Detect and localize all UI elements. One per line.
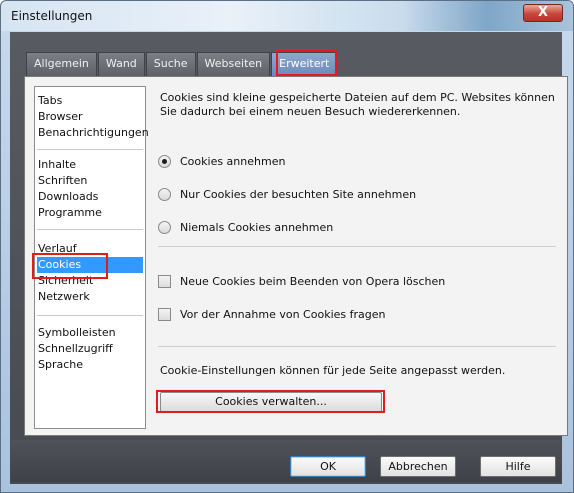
- sidebar-item-schriften[interactable]: Schriften: [37, 173, 143, 189]
- radio-button[interactable]: [158, 154, 171, 168]
- sidebar-item-downloads[interactable]: Downloads: [37, 189, 143, 205]
- sidebar-item-sprache[interactable]: Sprache: [37, 357, 143, 373]
- settings-panel: Tabs Browser Benachrichtigungen Inhalte …: [24, 76, 568, 436]
- radio-button[interactable]: [158, 220, 171, 234]
- category-list: Tabs Browser Benachrichtigungen Inhalte …: [34, 86, 149, 429]
- radio-visited-site-cookies[interactable]: Nur Cookies der besuchten Site annehmen: [158, 186, 416, 202]
- tab-webseiten[interactable]: Webseiten: [196, 52, 271, 76]
- section-divider: [158, 246, 556, 247]
- sidebar-item-tabs[interactable]: Tabs: [37, 93, 143, 109]
- title-bar: Einstellungen X: [1, 1, 573, 31]
- checkbox[interactable]: [158, 307, 171, 321]
- sidebar-item-sicherheit[interactable]: Sicherheit: [37, 273, 143, 289]
- sidebar-item-symbolleisten[interactable]: Symbolleisten: [37, 325, 143, 341]
- radio-accept-cookies[interactable]: Cookies annehmen: [158, 153, 285, 169]
- manage-cookies-button[interactable]: Cookies verwalten...: [160, 392, 382, 412]
- sidebar-item-verlauf[interactable]: Verlauf: [37, 241, 143, 257]
- sidebar-item-schnellzugriff[interactable]: Schnellzugriff: [37, 341, 143, 357]
- checkbox[interactable]: [158, 274, 171, 288]
- checkbox-ask-before-accept[interactable]: Vor der Annahme von Cookies fragen: [158, 306, 385, 322]
- sidebar-item-benachrichtigungen[interactable]: Benachrichtigungen: [37, 125, 149, 141]
- radio-never-cookies[interactable]: Niemals Cookies annehmen: [158, 219, 333, 235]
- sidebar-item-inhalte[interactable]: Inhalte: [37, 157, 143, 173]
- checkbox-delete-on-exit[interactable]: Neue Cookies beim Beenden von Opera lösc…: [158, 273, 445, 289]
- radio-label: Cookies annehmen: [180, 154, 286, 168]
- checkbox-label: Vor der Annahme von Cookies fragen: [180, 307, 386, 321]
- site-settings-info: Cookie-Einstellungen können für jede Sei…: [160, 364, 506, 377]
- section-divider: [158, 346, 556, 347]
- sidebar-item-programme[interactable]: Programme: [37, 205, 143, 221]
- tab-allgemein[interactable]: Allgemein: [26, 52, 97, 76]
- sidebar-item-browser[interactable]: Browser: [37, 109, 143, 125]
- sidebar-item-cookies[interactable]: Cookies: [37, 257, 143, 273]
- button-bar: [11, 440, 561, 482]
- ok-button[interactable]: OK: [290, 456, 366, 477]
- tab-suche[interactable]: Suche: [145, 52, 196, 76]
- radio-label: Niemals Cookies annehmen: [180, 220, 334, 234]
- cookies-description: Cookies sind kleine gespeicherte Dateien…: [160, 91, 555, 118]
- radio-label: Nur Cookies der besuchten Site annehmen: [180, 187, 417, 201]
- checkbox-label: Neue Cookies beim Beenden von Opera lösc…: [180, 274, 446, 288]
- help-button[interactable]: Hilfe: [480, 456, 556, 477]
- tab-bar: Allgemein Wand Suche Webseiten Erweitert: [26, 50, 338, 76]
- cancel-button[interactable]: Abbrechen: [380, 456, 456, 477]
- sidebar-item-netzwerk[interactable]: Netzwerk: [37, 289, 143, 305]
- tab-wand[interactable]: Wand: [97, 52, 145, 76]
- tab-erweitert[interactable]: Erweitert: [271, 52, 338, 76]
- sidebar-separator: [37, 149, 143, 150]
- window-title: Einstellungen: [11, 9, 93, 23]
- sidebar-separator: [37, 315, 143, 316]
- close-button[interactable]: X: [523, 4, 563, 22]
- radio-button[interactable]: [158, 187, 171, 201]
- sidebar-separator: [37, 229, 143, 230]
